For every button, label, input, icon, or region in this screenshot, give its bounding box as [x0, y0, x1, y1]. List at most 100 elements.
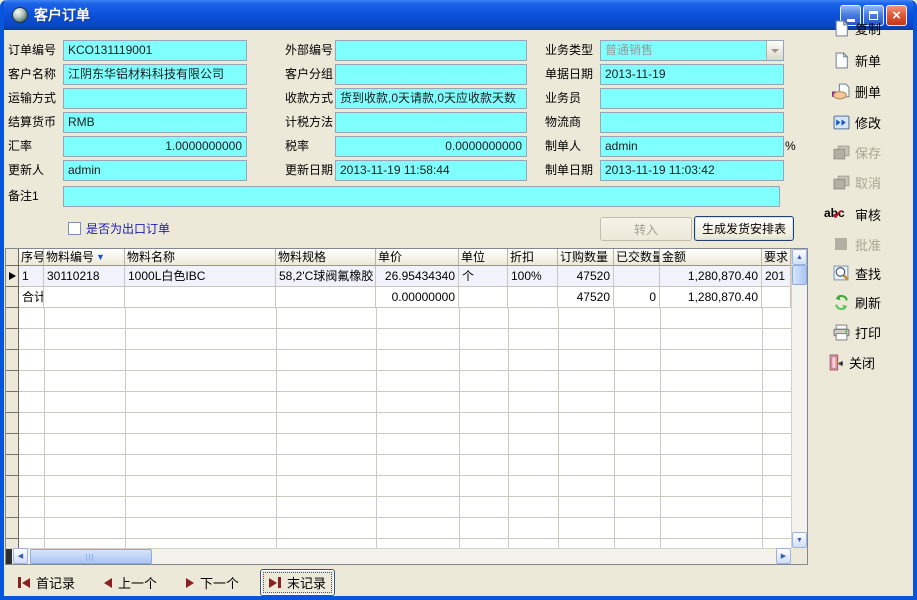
- next-record-label: 下一个: [200, 573, 239, 592]
- modify-icon: [832, 114, 850, 131]
- currency-field[interactable]: RMB: [63, 112, 247, 133]
- last-record-button[interactable]: 末记录: [260, 569, 335, 596]
- col-header-required[interactable]: 要求: [762, 249, 791, 266]
- col-header-delivered-qty[interactable]: 已交数量: [614, 249, 660, 266]
- first-record-button[interactable]: 首记录: [10, 570, 83, 595]
- logistics-field[interactable]: [600, 112, 784, 133]
- field-label-transport: 运输方式: [8, 88, 56, 109]
- horizontal-scroll-thumb[interactable]: [30, 549, 152, 564]
- close-form-label: 关闭: [849, 353, 875, 372]
- cell-material-code: 30110218: [44, 266, 125, 287]
- col-header-unit[interactable]: 单位: [459, 249, 508, 266]
- customer-group-field[interactable]: [335, 64, 527, 85]
- col-header-material-code-label: 物料编号: [46, 249, 94, 265]
- dropdown-button[interactable]: [766, 41, 783, 60]
- payment-method-field[interactable]: 货到收款,0天请款,0天应收款天数: [335, 88, 527, 109]
- external-no-field[interactable]: [335, 40, 527, 61]
- cell-material-name: 1000L白色IBC: [125, 266, 276, 287]
- cell-unit-price: 26.95434340: [376, 266, 459, 287]
- doc-creator-field[interactable]: admin: [600, 136, 784, 157]
- field-label-updater: 更新人: [8, 160, 44, 181]
- sum-order-qty: 47520: [558, 287, 614, 308]
- updater-field[interactable]: admin: [63, 160, 247, 181]
- col-header-seq[interactable]: 序号: [19, 249, 44, 266]
- exchange-rate-field[interactable]: 1.0000000000: [63, 136, 247, 157]
- col-header-material-spec[interactable]: 物料规格: [276, 249, 376, 266]
- col-header-order-qty[interactable]: 订购数量: [558, 249, 614, 266]
- grid-header-row: 序号 物料编号▼ 物料名称 物料规格 单价 单位 折扣 订购数量 已交数量 金额…: [6, 249, 791, 266]
- field-label-logistics: 物流商: [545, 112, 581, 133]
- cell-discount: 100%: [508, 266, 558, 287]
- cancel-button: 取消: [832, 172, 881, 192]
- cell-seq: 1: [19, 266, 44, 287]
- print-icon: [832, 324, 850, 341]
- scroll-left-button[interactable]: ◀: [13, 548, 28, 564]
- export-order-checkbox[interactable]: [68, 222, 81, 235]
- business-type-value: 普通销售: [601, 41, 766, 60]
- field-label-remark1: 备注1: [8, 186, 39, 207]
- cell-amount: 1,280,870.40: [660, 266, 762, 287]
- sum-cell: [276, 287, 376, 308]
- last-record-icon: [269, 577, 281, 588]
- update-date-field[interactable]: 2013-11-19 11:58:44: [335, 160, 527, 181]
- field-label-external-no: 外部编号: [285, 40, 333, 61]
- sum-row-selector: [6, 287, 19, 308]
- salesperson-field[interactable]: [600, 88, 784, 109]
- refresh-button[interactable]: 刷新: [832, 292, 881, 312]
- field-label-doc-date: 单据日期: [545, 64, 593, 85]
- transport-field[interactable]: [63, 88, 247, 109]
- sort-desc-icon: ▼: [96, 249, 105, 265]
- close-form-button[interactable]: 关闭: [826, 352, 875, 372]
- approve-icon: [832, 236, 850, 253]
- field-label-customer-group: 客户分组: [285, 64, 333, 85]
- col-header-material-name[interactable]: 物料名称: [125, 249, 276, 266]
- previous-record-button[interactable]: 上一个: [96, 570, 165, 595]
- cancel-label: 取消: [855, 173, 881, 192]
- scroll-down-button[interactable]: ▼: [792, 532, 807, 548]
- row-arrow-icon: [9, 272, 16, 280]
- grid-horizontal-scrollbar[interactable]: ◀ ▶: [6, 548, 791, 564]
- scroll-up-button[interactable]: ▲: [792, 249, 807, 265]
- field-label-tax-rate: 税率: [285, 136, 309, 157]
- save-icon: [832, 144, 850, 161]
- sum-unit-price: 0.00000000: [376, 287, 459, 308]
- col-header-discount[interactable]: 折扣: [508, 249, 558, 266]
- chevron-down-icon: [771, 49, 779, 53]
- grid-vertical-scrollbar[interactable]: ▲ ▼: [791, 249, 807, 548]
- doc-date-field[interactable]: 2013-11-19: [600, 64, 784, 85]
- tax-method-field[interactable]: [335, 112, 527, 133]
- sum-delivered-qty: 0: [614, 287, 660, 308]
- print-label: 打印: [855, 323, 881, 342]
- copy-button[interactable]: 复制: [832, 18, 881, 38]
- delete-doc-button[interactable]: 删单: [832, 81, 881, 101]
- tax-rate-field[interactable]: 0.0000000000: [335, 136, 527, 157]
- generate-shipping-plan-button[interactable]: 生成发货安排表: [694, 216, 794, 241]
- save-label: 保存: [855, 143, 881, 162]
- grid-bottom-right-corner: [791, 548, 807, 564]
- col-header-amount[interactable]: 金额: [660, 249, 762, 266]
- business-type-dropdown[interactable]: 普通销售: [600, 40, 784, 61]
- grid-corner-cell: [6, 249, 19, 266]
- export-order-label: 是否为出口订单: [86, 220, 170, 237]
- cancel-icon: [832, 174, 850, 191]
- next-record-button[interactable]: 下一个: [178, 570, 247, 595]
- modify-label: 修改: [855, 113, 881, 132]
- col-header-material-code[interactable]: 物料编号▼: [44, 249, 125, 266]
- doc-create-date-field[interactable]: 2013-11-19 11:03:42: [600, 160, 784, 181]
- new-doc-button[interactable]: 新单: [832, 50, 881, 70]
- cell-delivered-qty: [614, 266, 660, 287]
- table-row-selected[interactable]: 1 30110218 1000L白色IBC 58,2'C球阀氟橡胶 26.954…: [6, 266, 791, 287]
- field-label-doc-create-date: 制单日期: [545, 160, 593, 181]
- vertical-scroll-thumb[interactable]: [792, 265, 807, 285]
- remark1-field[interactable]: [63, 186, 780, 207]
- order-no-field[interactable]: KCO131119001: [63, 40, 247, 61]
- modify-button[interactable]: 修改: [832, 112, 881, 132]
- audit-button[interactable]: abc✔ 审核: [824, 204, 881, 224]
- customer-name-field[interactable]: 江阴东华铝材料科技有限公司: [63, 64, 247, 85]
- find-button[interactable]: 查找: [832, 263, 881, 283]
- col-header-unit-price[interactable]: 单价: [376, 249, 459, 266]
- delete-doc-icon: [832, 83, 850, 100]
- print-button[interactable]: 打印: [832, 322, 881, 342]
- scroll-right-button[interactable]: ▶: [776, 548, 791, 564]
- titlebar: 客户订单 ×: [4, 0, 913, 30]
